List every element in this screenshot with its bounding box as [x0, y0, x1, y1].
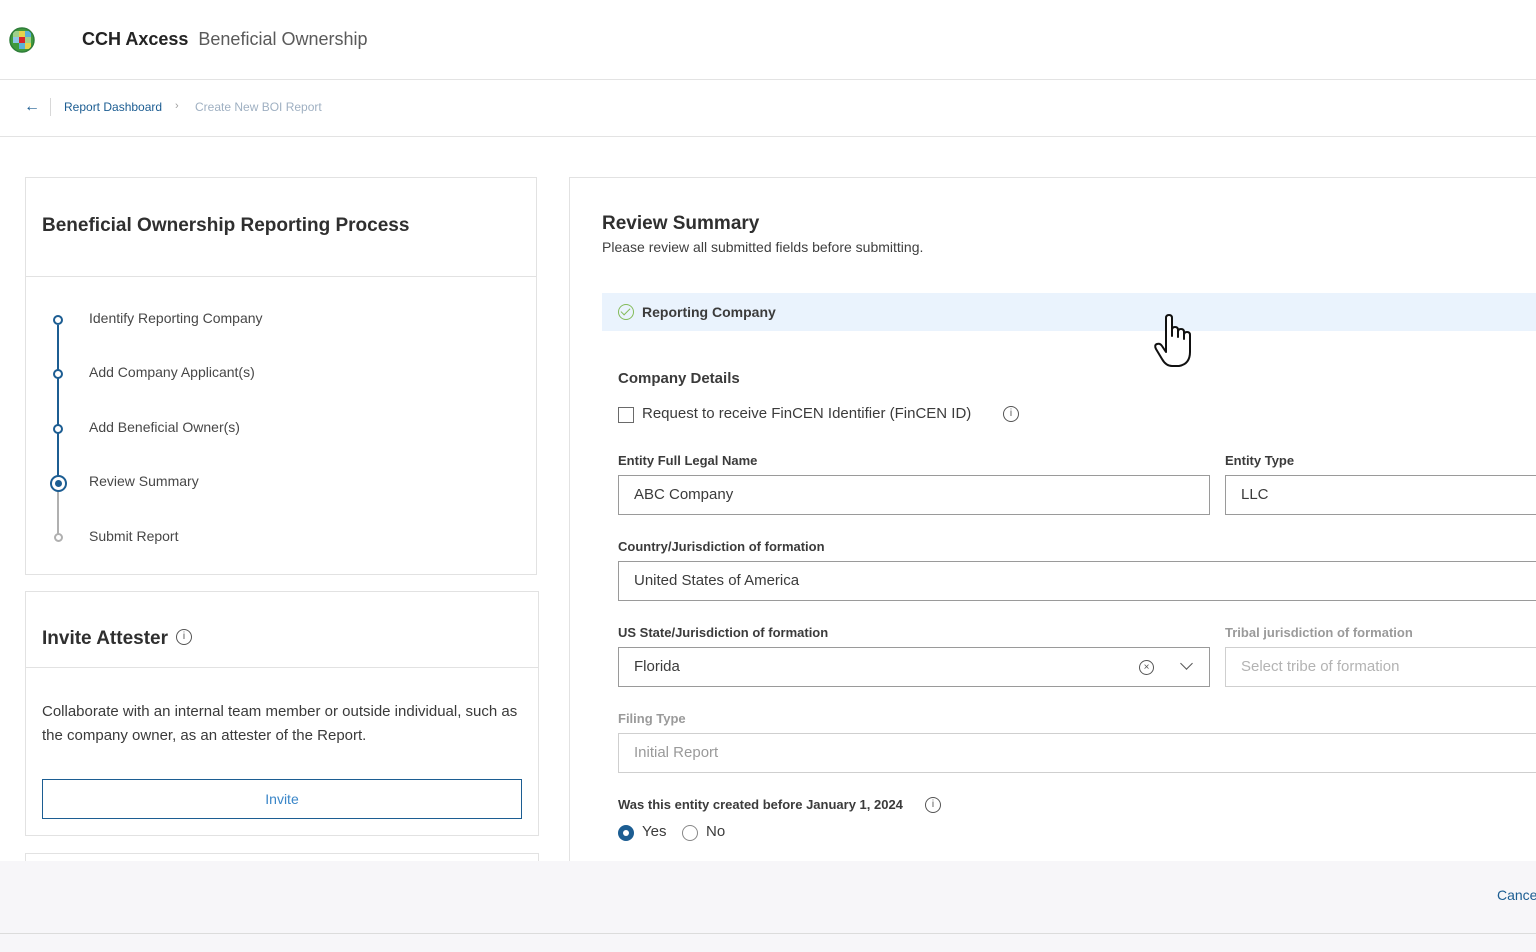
invite-attester-panel: Invite Attester i Collaborate with an int… — [25, 591, 539, 836]
reporting-company-section-header[interactable]: Reporting Company — [602, 293, 1536, 331]
step-label: Submit Report — [89, 528, 179, 544]
bottom-strip — [0, 934, 1536, 952]
step-submit-report[interactable]: Submit Report — [26, 525, 526, 549]
step-label: Add Beneficial Owner(s) — [89, 419, 240, 435]
app-brand: CCH Axcess — [82, 29, 189, 49]
reporting-process-panel: Beneficial Ownership Reporting Process I… — [25, 177, 537, 575]
radio-yes-label[interactable]: Yes — [642, 823, 666, 840]
tribal-jurisdiction-select[interactable]: Select tribe of formation — [1225, 647, 1536, 687]
process-stepper: Identify Reporting Company Add Company A… — [26, 277, 536, 575]
country-label: Country/Jurisdiction of formation — [618, 539, 825, 554]
us-state-value: Florida — [634, 658, 680, 675]
step-label: Review Summary — [89, 473, 199, 489]
hand-pointer-cursor-icon — [1154, 314, 1191, 367]
radio-yes[interactable] — [618, 825, 634, 841]
step-complete-icon — [53, 424, 63, 434]
legal-name-label: Entity Full Legal Name — [618, 453, 758, 468]
clear-icon[interactable]: × — [1139, 660, 1154, 675]
radio-no[interactable] — [682, 825, 698, 841]
step-review-summary[interactable]: Review Summary — [26, 470, 526, 494]
step-add-company-applicants[interactable]: Add Company Applicant(s) — [26, 361, 526, 385]
chevron-right-icon: › — [175, 100, 179, 112]
step-label: Identify Reporting Company — [89, 310, 263, 326]
company-details-title: Company Details — [618, 370, 740, 387]
fincen-id-checkbox[interactable] — [618, 407, 634, 423]
app-header: CCH Axcess Beneficial Ownership — [0, 0, 1536, 80]
section-label: Reporting Company — [642, 304, 776, 320]
entity-type-label: Entity Type — [1225, 453, 1295, 468]
check-circle-icon — [618, 304, 634, 320]
step-complete-icon — [53, 369, 63, 379]
us-state-select[interactable]: Florida × — [618, 647, 1210, 687]
step-label: Add Company Applicant(s) — [89, 364, 255, 380]
process-panel-header: Beneficial Ownership Reporting Process — [26, 178, 536, 277]
step-current-icon — [50, 475, 67, 492]
breadcrumb-divider — [50, 98, 51, 116]
app-product-name: Beneficial Ownership — [198, 29, 368, 49]
step-upcoming-icon — [54, 533, 63, 542]
attester-panel-header: Invite Attester i — [26, 592, 538, 668]
attester-title: Invite Attester i — [42, 628, 192, 650]
attester-title-text: Invite Attester — [42, 628, 168, 649]
legal-name-input[interactable]: ABC Company — [618, 475, 1210, 515]
review-subtitle: Please review all submitted fields befor… — [602, 239, 924, 255]
chevron-down-icon[interactable] — [1180, 657, 1193, 670]
cancel-button[interactable]: Cancel — [1497, 887, 1536, 903]
breadcrumb-current-page: Create New BOI Report — [195, 100, 322, 114]
info-icon[interactable]: i — [925, 797, 941, 813]
review-summary-panel: Review Summary Please review all submitt… — [569, 177, 1536, 877]
stepper-line-complete — [57, 325, 59, 485]
radio-no-label[interactable]: No — [706, 823, 725, 840]
tribal-jurisdiction-label: Tribal jurisdiction of formation — [1225, 625, 1413, 640]
info-icon[interactable]: i — [1003, 406, 1019, 422]
entity-type-input[interactable]: LLC — [1225, 475, 1536, 515]
country-input[interactable]: United States of America — [618, 561, 1536, 601]
process-title: Beneficial Ownership Reporting Process — [42, 215, 410, 236]
created-before-question: Was this entity created before January 1… — [618, 797, 903, 812]
step-add-beneficial-owners[interactable]: Add Beneficial Owner(s) — [26, 416, 526, 440]
footer-action-bar: Cancel — [0, 861, 1536, 934]
info-icon[interactable]: i — [176, 628, 192, 645]
arrow-left-icon: ← — [24, 98, 40, 115]
review-title: Review Summary — [602, 213, 760, 234]
step-identify-reporting-company[interactable]: Identify Reporting Company — [26, 307, 526, 331]
breadcrumb-report-dashboard[interactable]: Report Dashboard — [64, 100, 162, 114]
step-complete-icon — [53, 315, 63, 325]
attester-description: Collaborate with an internal team member… — [42, 703, 518, 744]
filing-type-label: Filing Type — [618, 711, 686, 726]
wolters-kluwer-logo-icon[interactable] — [9, 27, 35, 53]
app-title: CCH Axcess Beneficial Ownership — [82, 28, 368, 50]
back-button[interactable]: ← — [22, 97, 42, 117]
us-state-label: US State/Jurisdiction of formation — [618, 625, 829, 640]
invite-button[interactable]: Invite — [42, 779, 522, 819]
fincen-id-checkbox-label[interactable]: Request to receive FinCEN Identifier (Fi… — [642, 405, 971, 422]
filing-type-input[interactable]: Initial Report — [618, 733, 1536, 773]
